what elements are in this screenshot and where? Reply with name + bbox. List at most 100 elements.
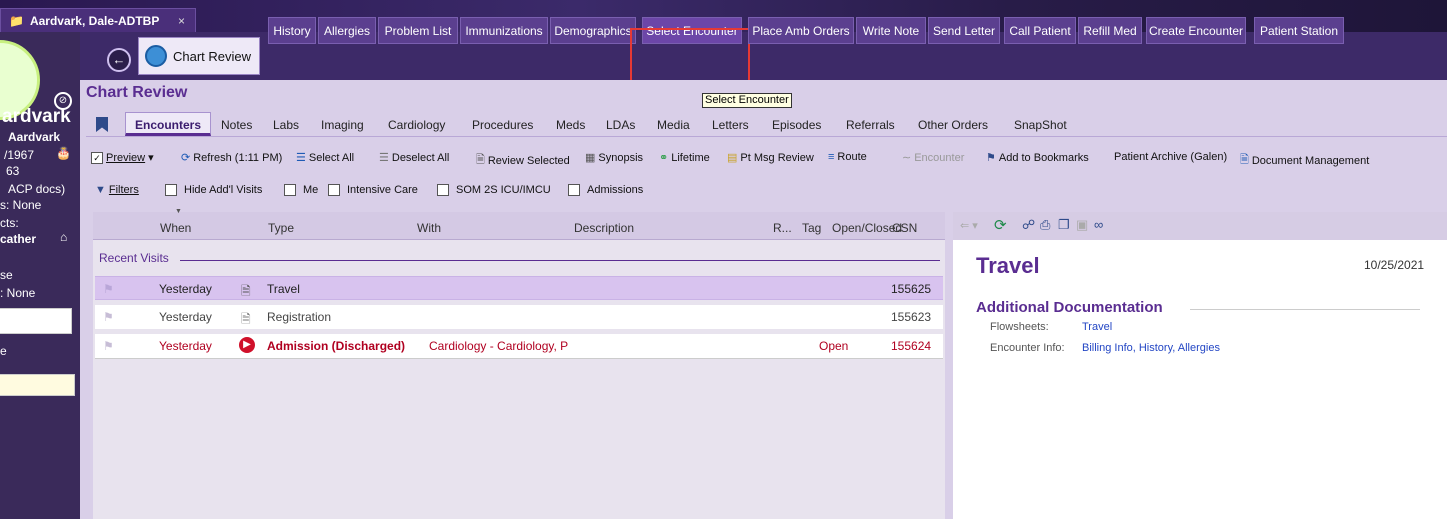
- tab-problem-list-label: Problem List: [384, 23, 452, 38]
- tab-immunizations[interactable]: Immunizations: [460, 17, 548, 44]
- col-tag[interactable]: Tag: [802, 221, 821, 235]
- col-description[interactable]: Description: [574, 221, 634, 235]
- refresh-button[interactable]: ⟳ Refresh (1:11 PM): [181, 151, 283, 165]
- tab-other-orders[interactable]: Other Orders: [918, 118, 988, 132]
- me-checkbox[interactable]: Me: [284, 184, 318, 196]
- deselect-all-button[interactable]: ☰ Deselect All: [379, 151, 449, 165]
- admissions-box[interactable]: [568, 184, 580, 196]
- tab-labs[interactable]: Labs: [273, 118, 299, 132]
- tab-letters[interactable]: Letters: [712, 118, 749, 132]
- back-forward-button[interactable]: ←: [107, 48, 131, 72]
- review-selected-button[interactable]: 🗎 Review Selected: [476, 151, 570, 170]
- link-icon[interactable]: ∞: [1094, 217, 1103, 232]
- chart-review-tab[interactable]: Chart Review: [138, 37, 260, 75]
- tab-snapshot[interactable]: SnapShot: [1014, 118, 1067, 132]
- tab-media[interactable]: Media: [657, 118, 690, 132]
- sidebar-search[interactable]: [0, 374, 75, 396]
- tab-demographics[interactable]: Demographics: [550, 17, 636, 44]
- synopsis-button[interactable]: ▦ Synopsis: [585, 151, 643, 165]
- patient-archive-button[interactable]: Patient Archive (Galen): [1114, 151, 1227, 163]
- row-bookmark-icon[interactable]: ⚑: [103, 310, 114, 324]
- birthday-icon: 🎂: [56, 146, 71, 160]
- preview-checkbox[interactable]: ✓: [91, 151, 103, 164]
- tab-patient-station-label: Patient Station: [1259, 23, 1339, 38]
- print-icon[interactable]: ⎙: [1040, 217, 1050, 233]
- patient-tab-title: Aardvark, Dale-ADTBP: [29, 13, 160, 28]
- row-when: Yesterday: [159, 282, 212, 296]
- detail-section: Additional Documentation: [976, 299, 1163, 316]
- table-row[interactable]: ⚑ Yesterday 🗎 Registration 155623: [95, 305, 943, 329]
- pt-msg-review-label: Pt Msg Review: [740, 151, 814, 164]
- document-management-button[interactable]: 🗎 Document Management: [1240, 151, 1369, 170]
- col-r[interactable]: R...: [773, 221, 792, 235]
- tooltip: Select Encounter: [702, 93, 792, 108]
- tab-history-label: History: [273, 23, 311, 38]
- preview-button[interactable]: ✓ Preview ▾: [91, 151, 154, 164]
- tab-ldas[interactable]: LDAs: [606, 118, 635, 132]
- back-icon[interactable]: ⇐ ▾: [960, 219, 978, 232]
- encounter-button[interactable]: ∼ Encounter: [902, 151, 964, 165]
- intensive-care-checkbox[interactable]: Intensive Care: [328, 184, 418, 196]
- tab-call-patient[interactable]: Call Patient: [1004, 17, 1076, 44]
- tab-problem-list[interactable]: Problem List: [378, 17, 458, 44]
- tab-procedures[interactable]: Procedures: [472, 118, 533, 132]
- refresh-icon: ⟳: [181, 152, 191, 164]
- tab-imaging[interactable]: Imaging: [321, 118, 364, 132]
- col-with[interactable]: With: [417, 221, 441, 235]
- row-bookmark-icon[interactable]: ⚑: [103, 282, 114, 296]
- table-row[interactable]: ⚑ Yesterday ▶ Admission (Discharged) Car…: [95, 334, 943, 358]
- home-icon[interactable]: ⌂: [60, 230, 67, 244]
- tab-refill-med[interactable]: Refill Med: [1078, 17, 1142, 44]
- refresh-detail-icon[interactable]: ⟳: [994, 216, 1007, 234]
- me-box[interactable]: [284, 184, 296, 196]
- col-type[interactable]: Type: [268, 221, 294, 235]
- tab-meds[interactable]: Meds: [556, 118, 585, 132]
- tab-referrals[interactable]: Referrals: [846, 118, 895, 132]
- flowsheets-link[interactable]: Travel: [1082, 321, 1112, 333]
- sidebar-input[interactable]: [0, 308, 72, 334]
- tab-notes[interactable]: Notes: [221, 118, 252, 132]
- encounter-info-links[interactable]: Billing Info, History, Allergies: [1082, 342, 1220, 354]
- col-when[interactable]: When: [160, 221, 191, 235]
- tab-send-letter[interactable]: Send Letter: [928, 17, 1000, 44]
- patient-window-tab[interactable]: 📁 Aardvark, Dale-ADTBP ×: [0, 8, 196, 32]
- tab-history[interactable]: History: [268, 17, 316, 44]
- tab-episodes[interactable]: Episodes: [772, 118, 821, 132]
- tab-write-note[interactable]: Write Note: [856, 17, 926, 44]
- tab-place-amb-orders[interactable]: Place Amb Orders: [748, 17, 854, 44]
- table-row[interactable]: ⚑ Yesterday 🗎 Travel 155625: [95, 276, 943, 300]
- hide-visits-box[interactable]: [165, 184, 177, 196]
- pt-msg-review-button[interactable]: ▤ Pt Msg Review: [727, 151, 814, 165]
- lifetime-button[interactable]: ⚭ Lifetime: [659, 151, 710, 165]
- icu-box[interactable]: [328, 184, 340, 196]
- find-icon[interactable]: ☍: [1022, 217, 1035, 233]
- row-type: Travel: [267, 282, 300, 296]
- tab-cardiology[interactable]: Cardiology: [388, 118, 445, 132]
- select-all-button[interactable]: ☰ Select All: [296, 151, 354, 165]
- row-when: Yesterday: [159, 339, 212, 353]
- col-csn[interactable]: CSN: [892, 221, 917, 235]
- refresh-label: Refresh (1:11 PM): [193, 151, 283, 164]
- patient-dob: /1967: [4, 148, 35, 162]
- tab-patient-station[interactable]: Patient Station: [1254, 17, 1344, 44]
- icu-label: Intensive Care: [347, 184, 418, 196]
- admissions-checkbox[interactable]: Admissions: [568, 184, 643, 196]
- add-bookmarks-button[interactable]: ⚑ Add to Bookmarks: [986, 151, 1089, 165]
- close-icon[interactable]: ×: [178, 14, 185, 28]
- filters-button[interactable]: ▼ Filters: [95, 184, 139, 196]
- row-csn: 155624: [891, 339, 932, 353]
- patient-se: se: [0, 268, 13, 282]
- hide-visits-checkbox[interactable]: Hide Add'l Visits: [165, 184, 262, 196]
- som-checkbox[interactable]: SOM 2S ICU/IMCU: [437, 184, 551, 196]
- tab-allergies[interactable]: Allergies: [318, 17, 376, 44]
- route-button[interactable]: ≡ Route: [828, 151, 867, 163]
- som-box[interactable]: [437, 184, 449, 196]
- image-icon[interactable]: ▣: [1076, 217, 1088, 233]
- tab-create-encounter[interactable]: Create Encounter: [1146, 17, 1246, 44]
- dropdown-icon[interactable]: ▾: [148, 151, 154, 164]
- copy-icon[interactable]: ❐: [1058, 217, 1070, 233]
- tab-write-note-label: Write Note: [862, 23, 920, 38]
- row-csn: 155625: [891, 282, 932, 296]
- row-bookmark-icon[interactable]: ⚑: [103, 339, 114, 353]
- tab-create-encounter-label: Create Encounter: [1148, 23, 1244, 38]
